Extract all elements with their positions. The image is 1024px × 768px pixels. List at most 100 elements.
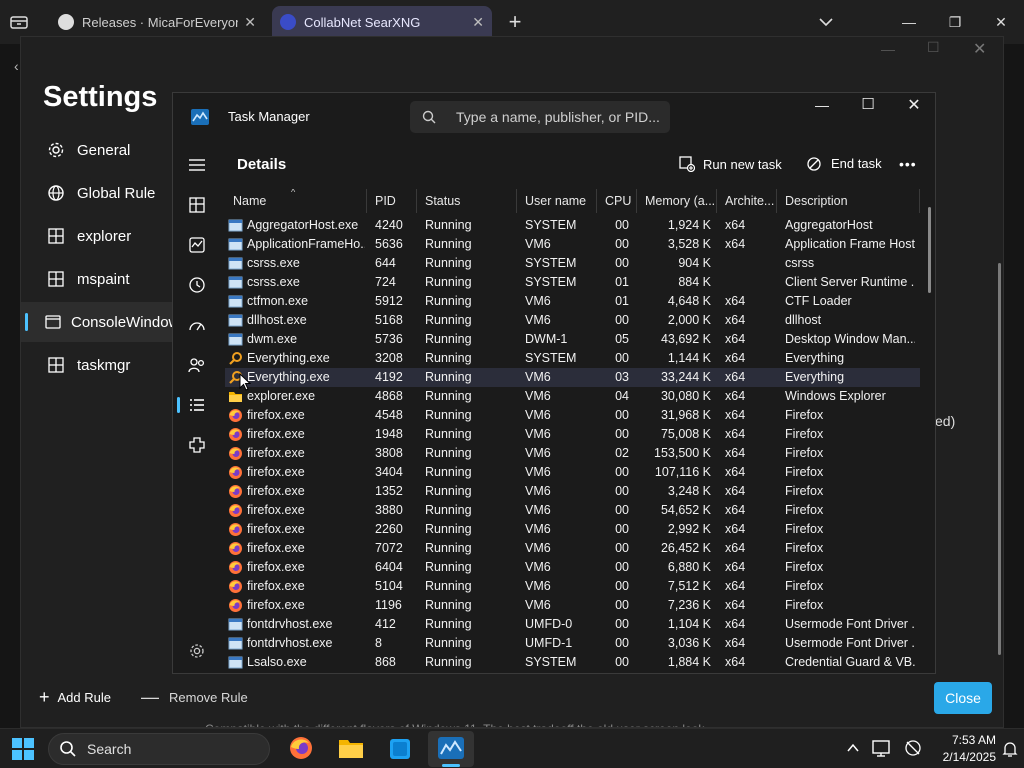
cell-status: Running <box>425 522 472 536</box>
cell-cpu: 00 <box>615 541 629 555</box>
table-row[interactable]: csrss.exe 724 Running SYSTEM 01 884 K Client S… <box>225 273 920 292</box>
add-rule-button[interactable]: + Add Rule <box>39 687 111 708</box>
browser-tab-searxng[interactable]: CollabNet SearXNG ✕ <box>272 6 492 38</box>
table-row[interactable]: firefox.exe 1352 Running VM6 00 3,248 K x64 Fir… <box>225 482 920 501</box>
cell-architecture: x64 <box>725 389 746 403</box>
cell-cpu: 00 <box>615 579 629 593</box>
column-header-cpu[interactable]: CPU <box>597 189 637 213</box>
settings-close-icon[interactable]: ✕ <box>973 39 986 59</box>
taskbar-app-icon[interactable] <box>388 737 412 761</box>
close-button[interactable]: Close <box>934 682 992 714</box>
run-new-task-button[interactable]: Run new task <box>679 156 782 172</box>
column-header-name[interactable]: Name <box>225 189 367 213</box>
table-row[interactable]: firefox.exe 1948 Running VM6 00 75,008 K x64 Fi… <box>225 425 920 444</box>
settings-scrollbar[interactable] <box>998 263 1001 655</box>
app-history-icon[interactable] <box>185 273 209 297</box>
clock-date[interactable]: 2/14/2025 <box>926 750 996 764</box>
column-header-description[interactable]: Description <box>777 189 920 213</box>
settings-maximize-icon[interactable]: ☐ <box>927 39 940 56</box>
tab-actions-icon[interactable] <box>8 12 30 32</box>
column-header-username[interactable]: User name <box>517 189 597 213</box>
cell-memory: 43,692 K <box>660 332 711 346</box>
cell-status: Running <box>425 484 472 498</box>
start-windows-icon[interactable] <box>12 738 34 760</box>
close-tab-icon[interactable]: ✕ <box>472 14 484 31</box>
search-input[interactable]: Type a name, publisher, or PID... <box>456 109 660 125</box>
cell-cpu: 00 <box>615 256 629 270</box>
nav-item-taskmgr[interactable]: taskmgr <box>45 348 185 382</box>
hamburger-menu-icon[interactable] <box>185 153 209 177</box>
cell-architecture: x64 <box>725 503 746 517</box>
processes-icon[interactable] <box>185 193 209 217</box>
table-scrollbar[interactable] <box>928 207 931 293</box>
table-row[interactable]: dllhost.exe 5168 Running VM6 00 2,000 K x64 dll… <box>225 311 920 330</box>
cell-user-name: UMFD-0 <box>525 617 573 631</box>
table-row[interactable]: ApplicationFrameHo... 5636 Running VM6 00 3,5… <box>225 235 920 254</box>
services-icon[interactable] <box>185 433 209 457</box>
details-icon[interactable] <box>185 393 209 417</box>
browser-tab-releases[interactable]: Releases · MicaForEveryone/Mi ✕ <box>50 6 264 38</box>
more-options-icon[interactable]: ••• <box>899 156 917 172</box>
table-row[interactable]: firefox.exe 3404 Running VM6 00 107,116 K x64 F… <box>225 463 920 482</box>
nav-item-label: Global Rule <box>77 184 156 202</box>
remove-rule-button[interactable]: — Remove Rule <box>141 687 248 708</box>
remove-rule-label: Remove Rule <box>169 690 248 705</box>
table-row[interactable]: firefox.exe 7072 Running VM6 00 26,452 K x64 Fi… <box>225 539 920 558</box>
table-row[interactable]: fontdrvhost.exe 8 Running UMFD-1 00 3,036 K x6… <box>225 634 920 653</box>
table-row[interactable]: firefox.exe 6404 Running VM6 00 6,880 K x64 Fir… <box>225 558 920 577</box>
cell-architecture: x64 <box>725 636 746 650</box>
taskbar-file-explorer-icon[interactable] <box>338 737 364 759</box>
notification-bell-icon[interactable] <box>1002 740 1018 758</box>
table-row[interactable]: firefox.exe 3808 Running VM6 02 153,500 K x64 F… <box>225 444 920 463</box>
table-row[interactable]: AggregatorHost.exe 4240 Running SYSTEM 00 1,9… <box>225 216 920 235</box>
chevron-up-icon[interactable] <box>846 741 860 755</box>
table-row[interactable]: firefox.exe 5104 Running VM6 00 7,512 K x64 Fir… <box>225 577 920 596</box>
cell-pid: 1948 <box>375 427 403 441</box>
table-row[interactable]: explorer.exe 4868 Running VM6 04 30,080 K x64 W… <box>225 387 920 406</box>
settings-gear-icon[interactable] <box>185 639 209 663</box>
display-icon[interactable] <box>872 739 892 757</box>
nav-item-global-rule[interactable]: Global Rule <box>45 176 185 210</box>
taskbar-search-box[interactable]: Search <box>48 733 270 765</box>
tm-maximize-icon[interactable]: ☐ <box>853 95 883 119</box>
performance-icon[interactable] <box>185 233 209 257</box>
column-header-pid[interactable]: PID <box>367 189 417 213</box>
nav-item-mspaint[interactable]: mspaint <box>45 262 185 296</box>
tm-close-icon[interactable]: ✕ <box>899 95 929 119</box>
table-row[interactable]: fontdrvhost.exe 412 Running UMFD-0 00 1,104 K… <box>225 615 920 634</box>
column-header-memory[interactable]: Memory (a... <box>637 189 717 213</box>
table-row[interactable]: firefox.exe 3880 Running VM6 00 54,652 K x64 Fi… <box>225 501 920 520</box>
table-row[interactable]: Everything.exe 4192 Running VM6 03 33,244 K x6… <box>225 368 920 387</box>
application-icon <box>228 617 243 632</box>
firefox-icon <box>228 408 243 423</box>
users-icon[interactable] <box>185 353 209 377</box>
table-row[interactable]: Lsalso.exe 868 Running SYSTEM 00 1,884 K x64 Cr… <box>225 653 920 672</box>
settings-minimize-icon[interactable]: — <box>881 41 895 57</box>
tm-minimize-icon[interactable]: — <box>807 97 837 121</box>
nav-item-general[interactable]: General <box>45 133 185 167</box>
table-row[interactable]: firefox.exe 4548 Running VM6 00 31,968 K x64 Fi… <box>225 406 920 425</box>
startup-apps-icon[interactable] <box>185 313 209 337</box>
chevron-down-icon[interactable] <box>816 12 836 32</box>
end-task-button[interactable]: End task <box>807 156 882 171</box>
table-row[interactable]: dwm.exe 5736 Running DWM-1 05 43,692 K x64 Desk… <box>225 330 920 349</box>
network-icon[interactable] <box>904 739 922 757</box>
column-header-status[interactable]: Status <box>417 189 517 213</box>
search-box[interactable]: Type a name, publisher, or PID... <box>410 101 670 133</box>
column-header-architecture[interactable]: Archite... <box>717 189 777 213</box>
table-row[interactable]: firefox.exe 2260 Running VM6 00 2,992 K x64 Fir… <box>225 520 920 539</box>
table-row[interactable]: firefox.exe 1196 Running VM6 00 7,236 K x64 Fir… <box>225 596 920 615</box>
taskbar-firefox-icon[interactable] <box>288 735 314 761</box>
table-row[interactable]: Everything.exe 3208 Running SYSTEM 00 1,144 K… <box>225 349 920 368</box>
nav-item-consolewindowclass[interactable]: ConsoleWindowClass <box>45 305 217 339</box>
back-arrow-icon[interactable]: ‹ <box>14 58 19 74</box>
close-tab-icon[interactable]: ✕ <box>244 14 256 31</box>
table-row[interactable]: ctfmon.exe 5912 Running VM6 01 4,648 K x64 CTF … <box>225 292 920 311</box>
cell-architecture: x64 <box>725 617 746 631</box>
nav-item-explorer[interactable]: explorer <box>45 219 185 253</box>
taskbar-task-manager-icon[interactable] <box>438 737 464 759</box>
table-row[interactable]: csrss.exe 644 Running SYSTEM 00 904 K csrss <box>225 254 920 273</box>
new-tab-button[interactable]: + <box>504 8 526 36</box>
clock-time[interactable]: 7:53 AM <box>934 733 996 747</box>
cell-memory: 75,008 K <box>660 427 711 441</box>
